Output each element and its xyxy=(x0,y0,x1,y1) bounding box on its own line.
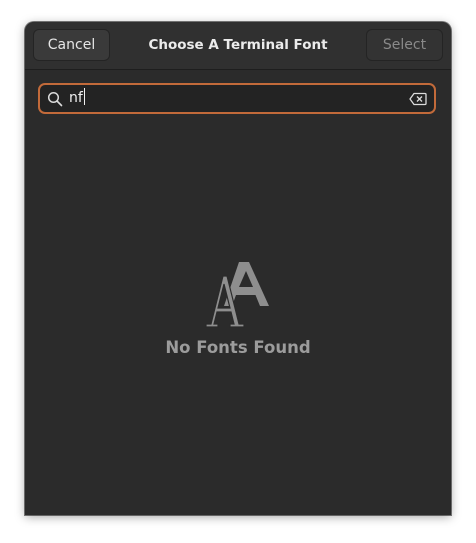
search-icon xyxy=(47,91,63,107)
empty-state-label: No Fonts Found xyxy=(165,338,311,357)
clear-icon[interactable] xyxy=(409,92,427,106)
search-value: nf xyxy=(69,90,83,106)
font-chooser-dialog: Cancel Choose A Terminal Font Select nf … xyxy=(25,22,451,515)
select-button[interactable]: Select xyxy=(366,29,443,61)
dialog-title: Choose A Terminal Font xyxy=(148,37,328,53)
header-bar: Cancel Choose A Terminal Font Select xyxy=(25,22,451,70)
search-input[interactable]: nf xyxy=(69,85,85,112)
search-field[interactable]: nf xyxy=(38,83,436,114)
font-icon xyxy=(205,262,269,328)
cancel-button[interactable]: Cancel xyxy=(33,29,110,61)
text-caret xyxy=(83,88,85,105)
